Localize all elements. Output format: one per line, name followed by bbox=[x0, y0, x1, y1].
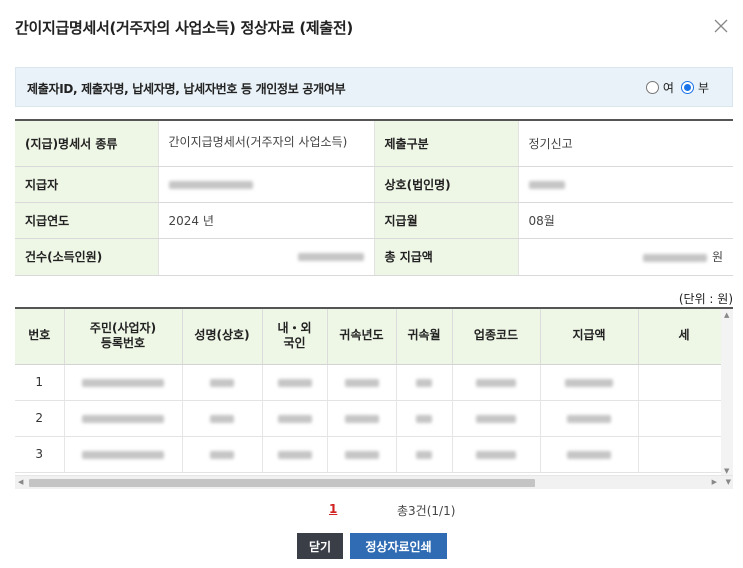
privacy-disclosure-label: 제출자ID, 제출자명, 납세자명, 납세자번호 등 개인정보 공개여부 bbox=[27, 82, 346, 96]
vertical-scrollbar[interactable]: ▲ ▼ bbox=[721, 309, 733, 477]
close-icon[interactable] bbox=[711, 16, 731, 36]
table-row[interactable]: 3 bbox=[15, 436, 733, 473]
redacted-cell bbox=[326, 436, 396, 473]
row-no: 1 bbox=[15, 364, 64, 401]
scroll-down-small-icon[interactable]: ▼ bbox=[726, 478, 731, 486]
col-header-nationality[interactable]: 내・외 국인 bbox=[261, 309, 327, 365]
redacted-cell bbox=[261, 436, 327, 473]
table-row[interactable]: 2 bbox=[15, 400, 733, 437]
scroll-left-icon[interactable]: ◀ bbox=[18, 478, 23, 486]
close-button[interactable]: 닫기 bbox=[297, 533, 343, 559]
info-label: 상호(법인명) bbox=[373, 166, 518, 203]
redacted-cell bbox=[326, 400, 396, 437]
row-no: 3 bbox=[15, 436, 64, 473]
redacted-cell bbox=[395, 436, 452, 473]
redacted-cell bbox=[637, 400, 733, 437]
info-value: 간이지급명세서(거주자의 사업소득) bbox=[157, 120, 374, 167]
col-header-tax[interactable]: 세 bbox=[637, 309, 733, 365]
redacted-cell bbox=[63, 400, 182, 437]
redacted-cell bbox=[451, 436, 540, 473]
info-row: 지급연도 2024 년 지급월 08월 bbox=[15, 202, 733, 239]
scroll-down-icon[interactable]: ▼ bbox=[724, 467, 729, 475]
redacted-cell bbox=[451, 364, 540, 401]
scroll-up-icon[interactable]: ▲ bbox=[724, 311, 729, 319]
redacted-cell bbox=[181, 400, 262, 437]
print-button[interactable]: 정상자료인쇄 bbox=[350, 533, 447, 559]
col-header-name[interactable]: 성명(상호) bbox=[181, 309, 262, 365]
redacted-cell bbox=[181, 436, 262, 473]
col-header-id-number[interactable]: 주민(사업자) 등록번호 bbox=[63, 309, 182, 365]
unit-label: (단위 : 원) bbox=[678, 292, 733, 306]
grid-header-row: 번호 주민(사업자) 등록번호 성명(상호) 내・외 국인 귀속년도 귀속월 업… bbox=[15, 309, 733, 365]
info-value: 2024 년 bbox=[157, 202, 374, 239]
redacted-cell bbox=[539, 364, 638, 401]
info-row: 지급자 상호(법인명) bbox=[15, 166, 733, 203]
redacted-cell bbox=[395, 400, 452, 437]
total-amount-unit: 원 bbox=[711, 250, 723, 264]
redacted-cell bbox=[181, 364, 262, 401]
payer-name-redacted bbox=[157, 166, 374, 203]
detail-grid-table: 번호 주민(사업자) 등록번호 성명(상호) 내・외 국인 귀속년도 귀속월 업… bbox=[15, 309, 733, 473]
privacy-radio-group: 여 부 bbox=[645, 79, 716, 96]
radio-no-label: 부 bbox=[697, 81, 709, 95]
page-1-link[interactable]: 1 bbox=[329, 502, 337, 516]
redacted-cell bbox=[326, 364, 396, 401]
redacted-cell bbox=[63, 364, 182, 401]
info-value: 정기신고 bbox=[517, 120, 733, 167]
info-label: 총 지급액 bbox=[373, 238, 518, 276]
dialog-title: 간이지급명세서(거주자의 사업소득) 정상자료 (제출전) bbox=[15, 19, 353, 37]
info-row: (지급)명세서 종류 간이지급명세서(거주자의 사업소득) 제출구분 정기신고 bbox=[15, 120, 733, 167]
total-count: 총3건(1/1) bbox=[397, 504, 456, 518]
pagination: 1 총3건(1/1) bbox=[0, 500, 743, 520]
count-redacted bbox=[157, 238, 374, 276]
radio-yes[interactable] bbox=[645, 81, 659, 94]
row-no: 2 bbox=[15, 400, 64, 437]
redacted-cell bbox=[539, 436, 638, 473]
col-header-amount[interactable]: 지급액 bbox=[539, 309, 638, 365]
info-label: (지급)명세서 종류 bbox=[15, 120, 158, 167]
info-label: 제출구분 bbox=[373, 120, 518, 167]
info-label: 건수(소득인원) bbox=[15, 238, 158, 276]
col-header-year[interactable]: 귀속년도 bbox=[326, 309, 396, 365]
horizontal-scrollbar[interactable]: ◀ ▶ ▼ bbox=[15, 475, 733, 489]
horizontal-scroll-thumb[interactable] bbox=[29, 479, 535, 487]
radio-no[interactable] bbox=[680, 81, 694, 94]
col-header-industry-code[interactable]: 업종코드 bbox=[451, 309, 540, 365]
detail-grid: 번호 주민(사업자) 등록번호 성명(상호) 내・외 국인 귀속년도 귀속월 업… bbox=[15, 307, 733, 489]
company-name-redacted bbox=[517, 166, 733, 203]
redacted-cell bbox=[261, 400, 327, 437]
redacted-cell bbox=[395, 364, 452, 401]
redacted-cell bbox=[539, 400, 638, 437]
table-row[interactable]: 1 bbox=[15, 364, 733, 401]
radio-yes-label: 여 bbox=[662, 81, 674, 95]
info-row: 건수(소득인원) 총 지급액 원 bbox=[15, 238, 733, 276]
redacted-cell bbox=[261, 364, 327, 401]
statement-info-table: (지급)명세서 종류 간이지급명세서(거주자의 사업소득) 제출구분 정기신고 … bbox=[15, 119, 733, 276]
privacy-disclosure-bar: 제출자ID, 제출자명, 납세자명, 납세자번호 등 개인정보 공개여부 여 부 bbox=[15, 67, 733, 107]
redacted-cell bbox=[637, 364, 733, 401]
dialog-header: 간이지급명세서(거주자의 사업소득) 정상자료 (제출전) bbox=[0, 0, 743, 52]
redacted-cell bbox=[451, 400, 540, 437]
total-amount-cell: 원 bbox=[517, 238, 733, 276]
redacted-cell bbox=[637, 436, 733, 473]
info-label: 지급연도 bbox=[15, 202, 158, 239]
scroll-right-icon[interactable]: ▶ bbox=[712, 478, 717, 486]
info-value: 08월 bbox=[517, 202, 733, 239]
info-label: 지급월 bbox=[373, 202, 518, 239]
redacted-cell bbox=[63, 436, 182, 473]
col-header-no[interactable]: 번호 bbox=[15, 309, 64, 365]
info-label: 지급자 bbox=[15, 166, 158, 203]
col-header-month[interactable]: 귀속월 bbox=[395, 309, 452, 365]
